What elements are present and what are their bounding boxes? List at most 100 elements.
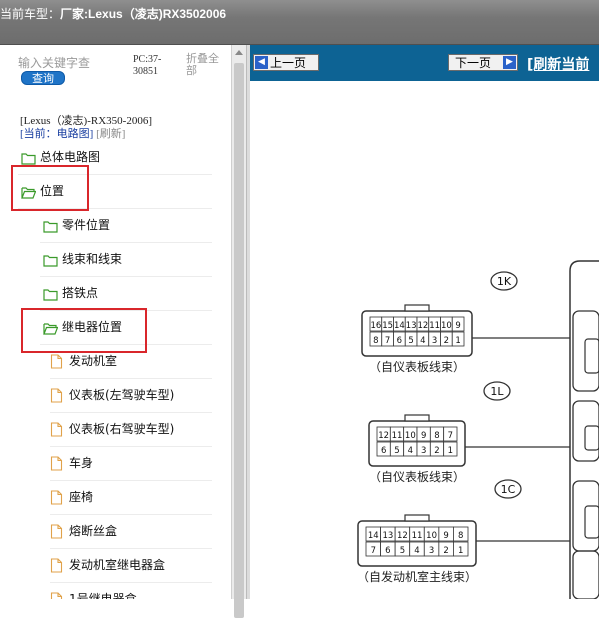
scroll-up-arrow-icon[interactable] [235,50,243,55]
pin-number: 4 [408,446,413,456]
tree-item-label: 线束和线束 [62,252,123,266]
connector-latch [404,414,430,422]
tree-item-label: 发动机室继电器盒 [69,558,166,572]
relay-terminal [584,338,599,374]
tree-item-label: 零件位置 [62,218,111,232]
breadcrumb: [Lexus（凌志)-RX350-2006] [当前：电路图] [刷新] [20,115,152,141]
pin-number: 8 [434,431,439,441]
pin-number: 9 [455,321,460,331]
document-icon [50,456,65,471]
right-arrow-icon: ▶ [503,56,516,69]
pin-number: 2 [444,336,449,346]
pin-number: 6 [385,546,390,556]
folder-icon [43,286,58,301]
pin-number: 3 [432,336,437,346]
refresh-link[interactable]: [刷新] [96,128,125,140]
folder-icon [43,252,58,267]
pin-number: 1 [455,336,460,346]
current-location: [当前：电路图] [20,128,94,140]
pin-number: 12 [378,431,389,441]
pin-number: 4 [414,546,419,556]
highlight-box-position [11,165,89,211]
tree-item[interactable]: 1号继电器盒 [50,583,212,599]
pin-number: 15 [382,321,393,331]
fold-all-link[interactable]: 折叠全部 [186,53,226,77]
tree-item-label: 总体电路图 [40,150,101,164]
tree-item[interactable]: 车身 [50,447,212,481]
pin-number: 4 [420,336,425,346]
pin-number: 12 [417,321,428,331]
search-area: 查询 PC:37-30851 折叠全部 [0,45,231,95]
relay-slot [572,550,599,599]
pin-number: 10 [426,531,437,541]
document-icon [50,558,65,573]
folder-icon [43,218,58,233]
tree-item-label: 车身 [69,456,94,470]
pin-number: 11 [429,321,440,331]
vehicle-name: 厂家:Lexus（凌志)RX3502006 [60,7,227,21]
pin-number: 7 [385,336,390,346]
relay-slot [572,480,599,552]
search-input[interactable] [18,55,126,71]
pin-number: 11 [412,531,423,541]
tree-item[interactable]: 发动机室继电器盒 [50,549,212,583]
prev-page-label: 上一页 [270,56,307,70]
pin-number: 5 [400,546,405,556]
prev-page-button[interactable]: ◀ 上一页 [253,54,319,71]
document-icon [50,490,65,505]
pin-number: 14 [368,531,379,541]
tree-item[interactable]: 仪表板(右驾驶车型) [50,413,212,447]
pin-number: 3 [421,446,426,456]
document-icon [50,592,65,599]
tree-item[interactable]: 线束和线束 [40,243,212,277]
pin-number: 3 [429,546,434,556]
pin-number: 5 [408,336,413,346]
scrollbar-thumb[interactable] [234,63,244,618]
connector-latch [404,304,430,312]
pin-number: 10 [405,431,416,441]
refresh-current-link[interactable]: [刷新当前 [527,54,589,74]
pin-number: 10 [441,321,452,331]
diagram-panel: ◀ 上一页 下一页 ▶ [刷新当前 16 15 14 13 12 11 10 9 8 7 6 5 4 3 2… [250,45,599,599]
vehicle-label: 当前车型： [0,7,61,21]
pin-number: 13 [406,321,417,331]
model-path: [Lexus（凌志)-RX350-2006] [20,115,152,127]
pin-number: 5 [394,446,399,456]
pin-number: 2 [443,546,448,556]
tree-item-label: 发动机室 [69,354,118,368]
tree-scrollbar[interactable] [231,45,247,618]
connector-id: 1L [490,385,504,398]
pc-code: PC:37-30851 [133,54,162,77]
connector-latch [404,514,430,522]
tree-item-label: 1号继电器盒 [69,592,137,599]
document-icon [50,388,65,403]
pin-number: 9 [421,431,426,441]
page-nav-bar: ◀ 上一页 下一页 ▶ [刷新当前 [250,45,599,81]
connector-caption: （自发动机室主线束） [357,569,477,584]
pin-number: 8 [373,336,378,346]
relay-slot [572,310,599,392]
document-icon [50,354,65,369]
pin-number: 12 [397,531,408,541]
connector-id: 1K [497,275,512,288]
pin-number: 1 [458,546,463,556]
tree-item-label: 搭铁点 [62,286,99,300]
vehicle-title: 当前车型：厂家:Lexus（凌志)RX3502006 [0,5,226,22]
tree-item[interactable]: 熔断丝盒 [50,515,212,549]
tree-item-label: 座椅 [69,490,94,504]
folder-icon [21,150,36,165]
tree-item[interactable]: 座椅 [50,481,212,515]
next-page-button[interactable]: 下一页 ▶ [448,54,518,71]
next-page-label: 下一页 [455,56,492,70]
tree-item[interactable]: 零件位置 [40,209,212,243]
search-button[interactable]: 查询 [21,71,65,85]
pin-number: 6 [397,336,402,346]
tree-item-label: 仪表板(右驾驶车型) [69,422,175,436]
pin-number: 1 [448,446,453,456]
pin-number: 16 [370,321,381,331]
tree-item[interactable]: 仪表板(左驾驶车型) [50,379,212,413]
document-icon [50,524,65,539]
pin-number: 13 [382,531,393,541]
pin-number: 2 [434,446,439,456]
tree-item[interactable]: 搭铁点 [40,277,212,311]
